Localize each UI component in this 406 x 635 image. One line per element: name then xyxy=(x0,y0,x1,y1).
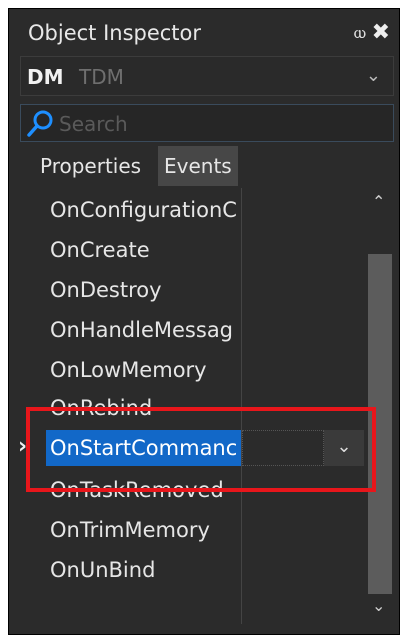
object-type: TDM xyxy=(79,65,124,89)
list-item[interactable]: OnTrimMemory xyxy=(20,510,364,550)
event-name: OnHandleMessag xyxy=(50,318,234,342)
list-item[interactable]: OnLowMemory xyxy=(20,350,364,390)
event-name: OnUnBind xyxy=(50,558,156,582)
search-input[interactable]: Search xyxy=(20,104,394,142)
list-item[interactable]: OnUnBind xyxy=(20,550,364,590)
search-icon xyxy=(27,110,53,137)
list-item[interactable]: OnDestroy xyxy=(20,270,364,310)
object-name: DM xyxy=(27,65,64,89)
chevron-up-icon[interactable]: ⌃ xyxy=(372,192,385,211)
event-name: OnConfigurationC xyxy=(50,198,237,222)
tab-properties[interactable]: Properties xyxy=(34,146,152,186)
tab-events[interactable]: Events xyxy=(158,146,238,186)
event-name: OnTrimMemory xyxy=(50,518,210,542)
list-item[interactable]: OnCreate xyxy=(20,230,364,270)
event-name: OnStartCommanc xyxy=(50,436,238,460)
list-item[interactable]: OnHandleMessag xyxy=(20,310,364,350)
panel-titlebar: Object Inspector ⲱ ✖ xyxy=(14,12,394,46)
close-icon[interactable]: ✖ xyxy=(372,20,390,45)
events-list: OnConfigurationC OnCreate OnDestroy OnHa… xyxy=(20,188,364,624)
event-name: OnDestroy xyxy=(50,278,162,302)
chevron-down-icon[interactable]: ⌄ xyxy=(366,65,381,86)
event-name: OnCreate xyxy=(50,238,150,262)
panel-title: Object Inspector xyxy=(28,21,202,45)
list-item[interactable]: OnConfigurationC xyxy=(20,190,364,230)
event-name: OnLowMemory xyxy=(50,358,207,382)
vertical-scrollbar[interactable]: ⌃ ⌄ xyxy=(366,188,394,624)
search-placeholder: Search xyxy=(59,112,128,136)
chevron-down-icon[interactable]: ⌄ xyxy=(372,596,385,615)
pin-icon[interactable]: ⲱ xyxy=(354,22,366,43)
object-selector[interactable]: DM TDM ⌄ xyxy=(20,56,394,96)
